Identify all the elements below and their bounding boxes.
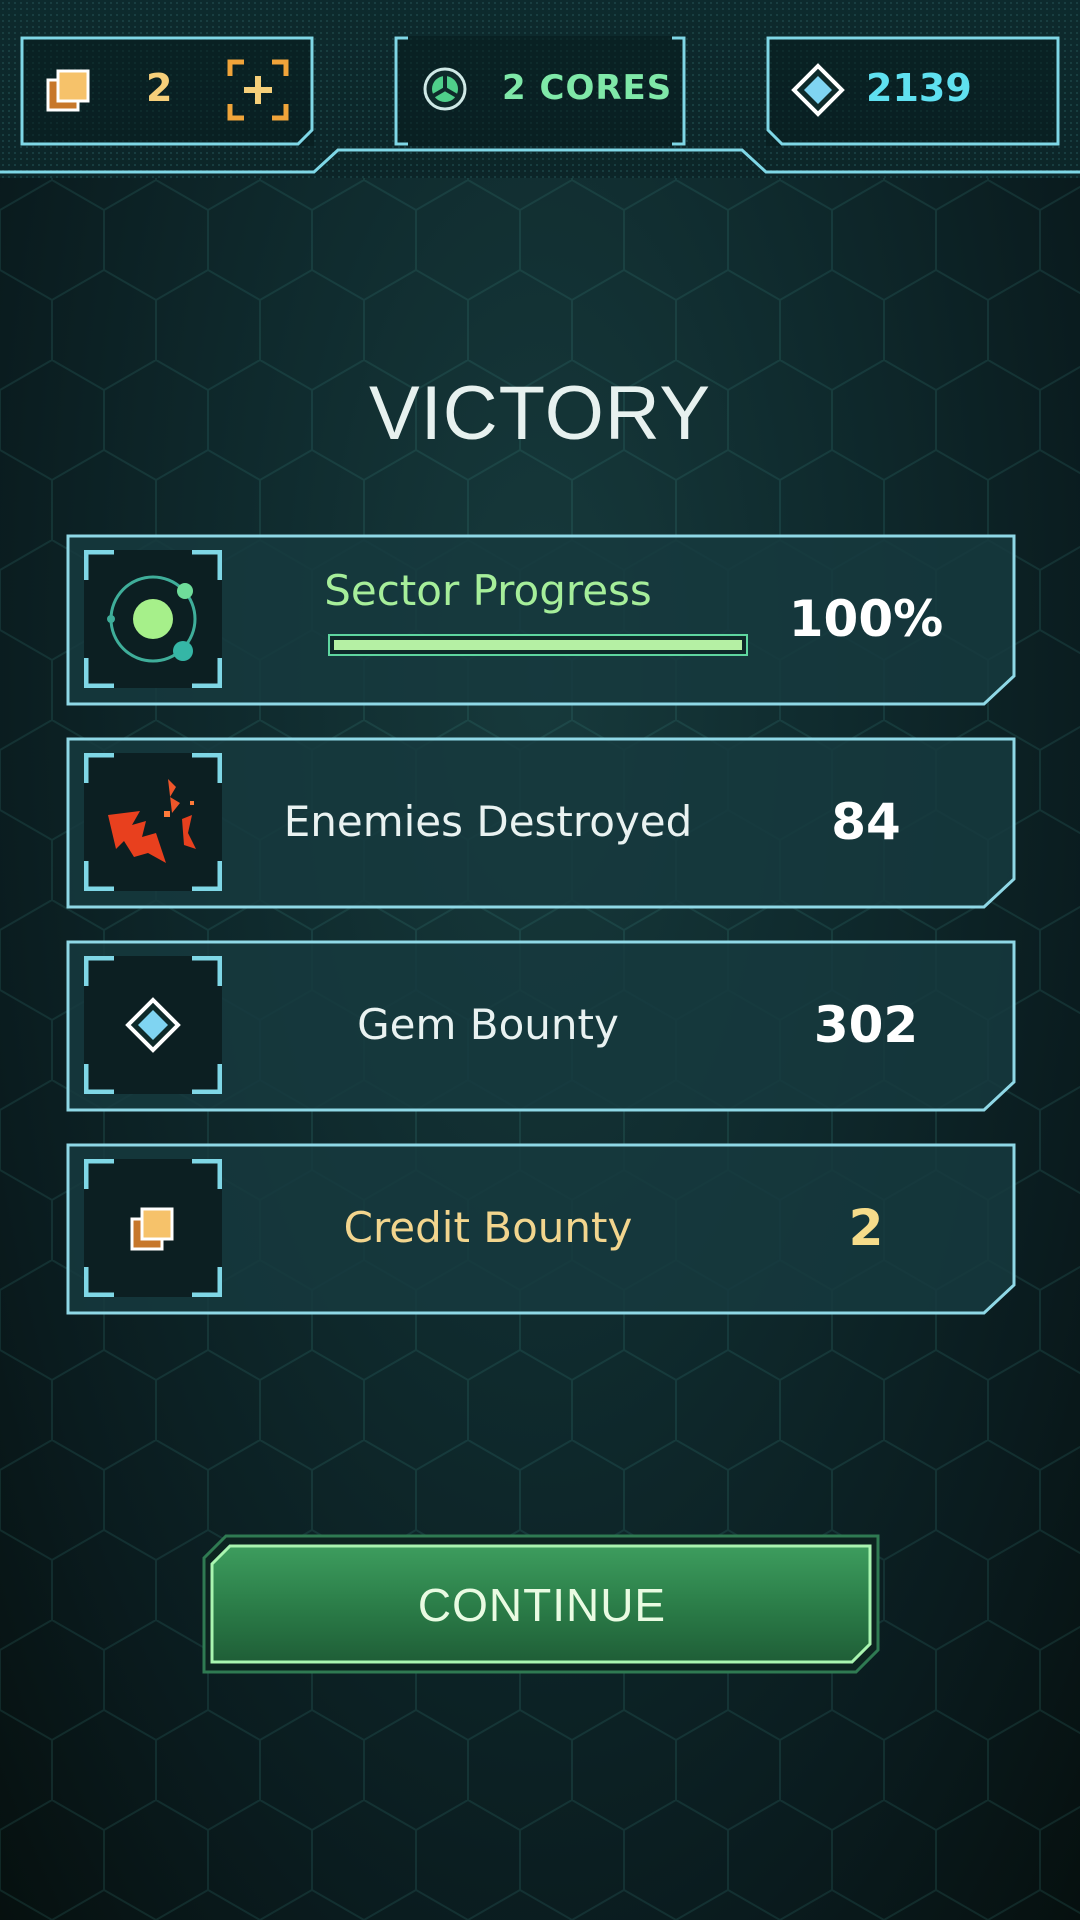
continue-button[interactable]: CONTINUE [202, 1534, 882, 1674]
gems-value: 2139 [866, 66, 972, 110]
result-row-enemies-destroyed: Enemies Destroyed 84 [66, 737, 1016, 909]
cores-counter: 2 CORES [394, 36, 686, 146]
cores-label: 2 CORES [502, 68, 673, 108]
result-label: Sector Progress [324, 566, 652, 615]
result-row-credit-bounty: Credit Bounty 2 [66, 1143, 1016, 1315]
gem-icon [84, 956, 222, 1094]
result-label: Enemies Destroyed [283, 797, 693, 846]
credits-icon [46, 69, 90, 112]
planet-orbit-icon [84, 550, 222, 688]
gem-icon [791, 63, 845, 117]
destroyed-enemy-icon [84, 753, 222, 891]
result-row-sector-progress: Sector Progress 100% [66, 534, 1016, 706]
result-value: 100% [788, 590, 944, 648]
result-label: Gem Bounty [357, 1000, 619, 1049]
core-icon [423, 67, 467, 111]
gems-counter: 2139 [766, 36, 1060, 146]
result-row-gem-bounty: Gem Bounty 302 [66, 940, 1016, 1112]
credits-icon [84, 1159, 222, 1297]
credits-value: 2 [146, 66, 173, 110]
victory-title: VICTORY [368, 371, 712, 456]
result-value: 84 [831, 793, 901, 851]
result-value: 2 [848, 1199, 884, 1257]
result-label: Credit Bounty [343, 1203, 633, 1252]
sector-progress-bar [328, 634, 748, 656]
credits-counter: 2 [20, 36, 314, 146]
result-value: 302 [813, 996, 919, 1054]
sector-progress-fill [334, 640, 742, 650]
add-credits-icon[interactable] [226, 58, 290, 122]
continue-label: CONTINUE [417, 1579, 667, 1631]
